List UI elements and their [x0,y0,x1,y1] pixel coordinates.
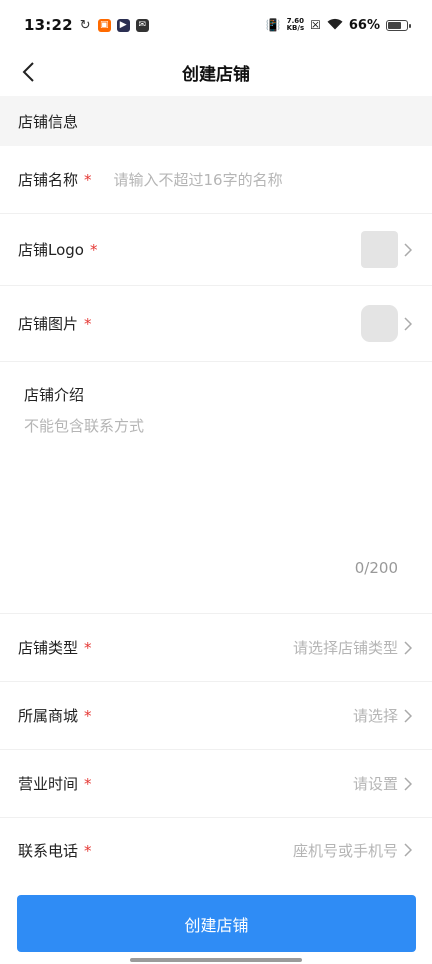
business-hours-label-text: 营业时间 [18,775,79,793]
status-right: 📳 7.60 KB/s ☒ 66% [265,17,411,33]
store-intro-label: 店铺介绍 [24,386,85,404]
chevron-left-icon [22,62,34,82]
store-logo-label-text: 店铺Logo [18,241,84,259]
business-hours-selector[interactable]: 请设置 [353,773,414,794]
wifi-icon [327,18,343,33]
chevron-right-icon [402,708,414,724]
store-intro-textarea[interactable] [24,415,408,565]
phone-label: 联系电话 * [18,840,92,861]
store-logo-label: 店铺Logo * [18,239,97,260]
store-name-label: 店铺名称 * [18,169,92,190]
sim-off-icon: ☒ [310,18,321,32]
mall-label-text: 所属商城 [18,707,79,725]
battery-fill [388,21,402,29]
store-image-placeholder[interactable] [361,305,398,342]
business-hours-label: 营业时间 * [18,773,92,794]
store-type-placeholder: 请选择店铺类型 [292,639,398,657]
store-intro-block: 店铺介绍 0/200 [0,362,432,614]
section-header: 店铺信息 [0,96,432,146]
mail-notification-icon: ✉ [135,18,149,32]
required-mark: * [84,171,92,189]
create-store-button[interactable]: 创建店铺 [17,895,416,952]
store-type-label: 店铺类型 * [18,637,92,658]
required-mark: * [84,841,92,860]
store-logo-row[interactable]: 店铺Logo * [0,214,432,286]
store-image-label: 店铺图片 * [18,313,92,334]
store-name-input[interactable] [113,170,414,189]
store-image-row[interactable]: 店铺图片 * [0,286,432,362]
play-notification-icon: ▶ [116,18,130,32]
home-indicator[interactable] [130,958,302,962]
phone-label-text: 联系电话 [18,841,79,860]
status-time: 13:22 [24,16,73,34]
section-title: 店铺信息 [18,112,79,131]
store-name-label-text: 店铺名称 [18,171,79,189]
store-type-selector[interactable]: 请选择店铺类型 [293,637,414,658]
store-logo-picker[interactable] [361,231,414,268]
phone-selector[interactable]: 座机号或手机号 [293,840,414,861]
mall-row[interactable]: 所属商城 * 请选择 [0,682,432,750]
required-mark: * [84,315,92,333]
required-mark: * [89,241,98,259]
chevron-right-icon [402,842,414,858]
chevron-right-icon [402,776,414,792]
business-hours-row[interactable]: 营业时间 * 请设置 [0,750,432,818]
business-hours-placeholder: 请设置 [352,775,398,793]
mall-selector[interactable]: 请选择 [353,705,414,726]
back-button[interactable] [14,58,42,86]
store-image-label-text: 店铺图片 [18,315,79,333]
store-type-label-text: 店铺类型 [18,639,79,657]
chevron-right-icon [402,640,414,656]
required-mark: * [84,707,92,725]
nav-bar: 创建店铺 [0,50,432,94]
phone-row[interactable]: 联系电话 * 座机号或手机号 [0,818,432,882]
store-image-picker[interactable] [361,305,414,342]
net-speed-unit: KB/s [286,24,305,32]
required-mark: * [84,639,92,657]
chevron-right-icon [402,242,414,258]
sync-icon: ↻ [79,17,91,33]
required-mark: * [84,775,92,793]
status-bar: 13:22 ↻ ▣ ▶ ✉ 📳 7.60 KB/s ☒ 66% [0,0,432,50]
battery-icon [386,19,411,31]
page-title: 创建店铺 [182,64,250,85]
char-counter: 0/200 [354,559,398,577]
app-notification-icon: ▣ [97,18,111,32]
chevron-right-icon [402,316,414,332]
bottom-action-bar: 创建店铺 [0,880,432,964]
phone-placeholder: 座机号或手机号 [292,841,398,860]
vibrate-icon: 📳 [265,18,281,32]
battery-percent: 66% [348,17,380,33]
mall-placeholder: 请选择 [352,707,398,725]
status-left: 13:22 ↻ ▣ ▶ ✉ [24,16,149,34]
store-type-row[interactable]: 店铺类型 * 请选择店铺类型 [0,614,432,682]
store-name-row: 店铺名称 * [0,146,432,214]
logo-image-placeholder[interactable] [361,231,398,268]
net-speed: 7.60 KB/s [287,18,304,32]
mall-label: 所属商城 * [18,705,92,726]
